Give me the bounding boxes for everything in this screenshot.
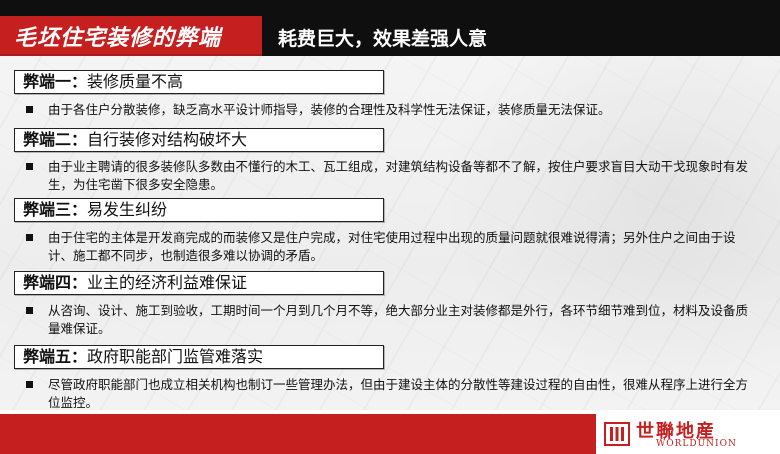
- slide: 毛坯住宅装修的弊端 耗费巨大，效果差强人意 弊端一：装修质量不高 由于各住户分散…: [0, 0, 780, 454]
- section-5-text: 尽管政府职能部门也成立相关机构也制订一些管理办法，但由于建设主体的分散性等建设过…: [48, 377, 749, 410]
- section-2-heading: 弊端二：自行装修对结构破坏大: [14, 128, 384, 152]
- section-3-heading: 弊端三：易发生纠纷: [14, 198, 384, 222]
- section-1-label: 弊端一：: [23, 72, 88, 91]
- section-1-heading: 弊端一：装修质量不高: [14, 70, 384, 94]
- section-4-text: 从咨询、设计、施工到验收，工期时间一个月到几个月不等，绝大部分业主对装修都是外行…: [48, 303, 749, 336]
- section-5-title: 政府职能部门监管难落实: [87, 347, 264, 366]
- company-logo: 世聯地産 WORLDUNION: [596, 414, 780, 454]
- header-bar: 毛坯住宅装修的弊端 耗费巨大，效果差强人意: [0, 0, 780, 56]
- bullet-square-icon: [26, 106, 33, 113]
- section-4-title: 业主的经济利益难保证: [87, 273, 248, 292]
- section-2-text: 由于业主聘请的很多装修队多数由不懂行的木工、瓦工组成，对建筑结构设备等都不了解，…: [48, 159, 749, 192]
- page-subtitle: 耗费巨大，效果差强人意: [278, 28, 488, 50]
- section-2-title: 自行装修对结构破坏大: [87, 130, 248, 149]
- section-2-label: 弊端二：: [23, 130, 88, 149]
- section-3-title: 易发生纠纷: [87, 200, 168, 219]
- bullet-square-icon: [26, 163, 33, 170]
- bullet-square-icon: [26, 307, 33, 314]
- section-3-label: 弊端三：: [23, 200, 88, 219]
- bullet-square-icon: [26, 234, 33, 241]
- section-1-text: 由于各住户分散装修，缺乏高水平设计师指导，装修的合理性及科学性无法保证，装修质量…: [48, 102, 611, 117]
- worldunion-logo-icon: [604, 422, 630, 446]
- logo-english-name: WORLDUNION: [656, 439, 737, 449]
- section-4-heading: 弊端四：业主的经济利益难保证: [14, 271, 384, 295]
- section-4-label: 弊端四：: [23, 273, 88, 292]
- section-1-title: 装修质量不高: [87, 72, 184, 91]
- section-5-heading: 弊端五：政府职能部门监管难落实: [14, 345, 384, 369]
- page-title: 毛坯住宅装修的弊端: [14, 26, 222, 51]
- section-3-text: 由于住宅的主体是开发商完成的而装修又是住户完成，对住宅使用过程中出现的质量问题就…: [48, 230, 736, 263]
- bullet-square-icon: [26, 381, 33, 388]
- section-5-label: 弊端五：: [23, 347, 88, 366]
